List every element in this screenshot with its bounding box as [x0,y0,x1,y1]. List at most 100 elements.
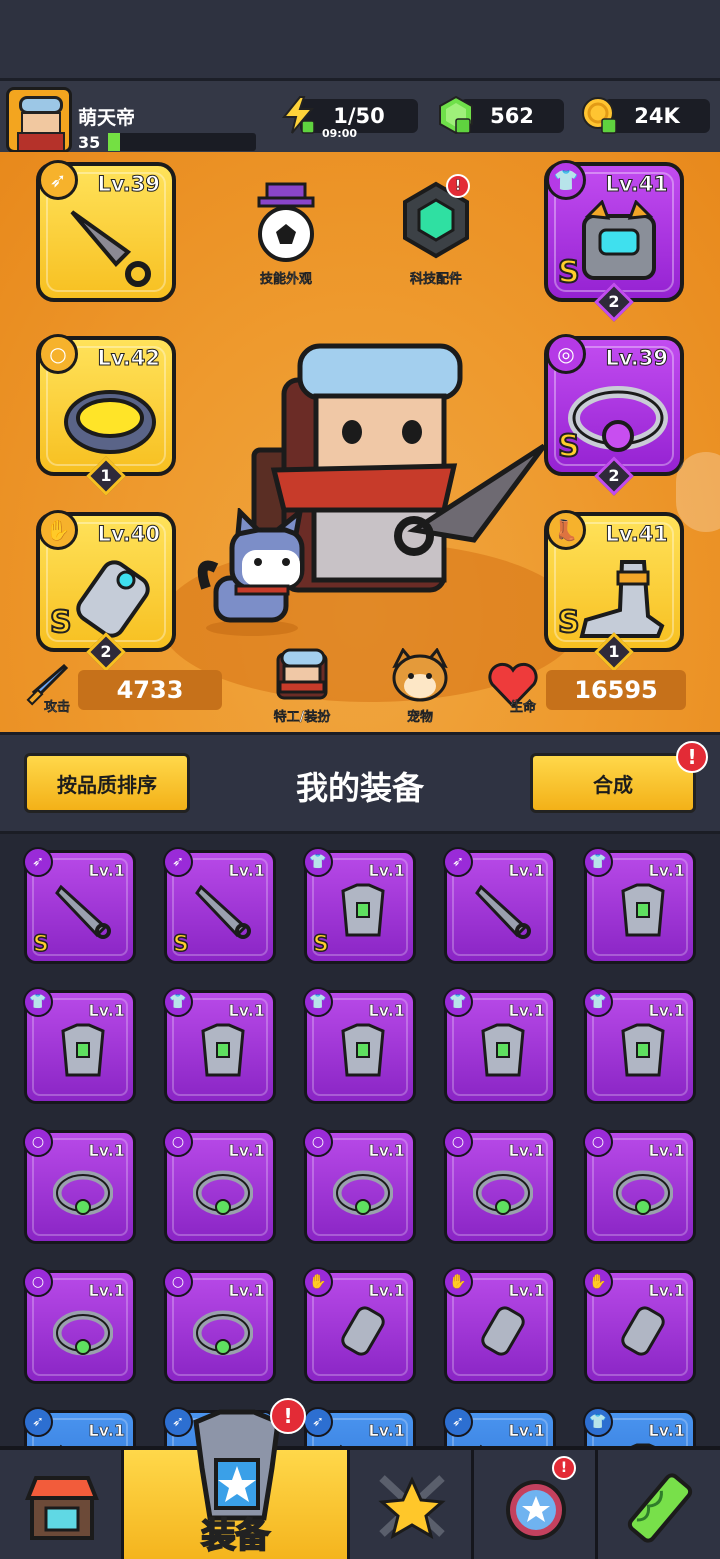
equip-slot-armor[interactable]: 👕 Lv.41 S 2 [544,160,684,322]
ring-icon [53,1170,113,1216]
equip-slot-boots[interactable]: 👢 Lv.41 S 1 [544,510,684,672]
inventory-item[interactable]: ○ Lv.1 [443,1127,556,1244]
inventory-item[interactable]: 👕 Lv.1 [583,987,696,1104]
inventory-item[interactable]: ➶ Lv.1 [23,1407,136,1446]
attack-label: 攻击 [44,700,71,715]
equip-slot-ring[interactable]: ○ Lv.42 1 [36,334,176,496]
pet-label: 宠物 [406,710,433,725]
nav-equipment-alert-badge: ! [270,1398,306,1434]
energy-timer: 09:00 [322,127,358,140]
pet-button[interactable]: 宠物 [380,647,460,725]
inventory-item[interactable]: 👕 Lv.1 [583,1407,696,1446]
inventory-item[interactable]: ✋ Lv.1 [583,1267,696,1384]
item-rank: S [312,931,329,958]
inventory-item[interactable]: ○ Lv.1 [163,1127,276,1244]
ring-icon [193,1310,253,1356]
sword-icon [195,884,251,939]
ring-type-icon: ○ [38,334,78,374]
item-level: Lv.1 [88,1141,125,1161]
inventory-item[interactable]: ○ Lv.1 [23,1127,136,1244]
equip-slot-weapon[interactable]: ➶ Lv.39 [36,160,176,302]
gem-value: 562 [490,104,534,128]
glove-icon [341,1306,385,1356]
inventory-item[interactable]: ○ Lv.1 [163,1267,276,1384]
armor-type-icon: 👕 [23,987,53,1017]
inventory-item[interactable]: ➶ Lv.1 [443,847,556,964]
sword-icon [55,884,111,939]
armor-type-icon: 👕 [583,847,613,877]
nav-talent[interactable]: ! [474,1450,598,1559]
armor-type-icon: 👕 [583,1407,613,1437]
armor-type-icon: 👕 [546,160,586,200]
player-name: 萌天帝 [78,107,136,129]
inventory-item[interactable]: ○ Lv.1 [583,1127,696,1244]
nav-research[interactable] [598,1450,720,1559]
hp-label: 生命 [510,700,537,715]
inventory-item[interactable]: 👕 Lv.1 [303,987,416,1104]
inventory-item[interactable]: 👕 Lv.1 [443,987,556,1104]
ring-icon [473,1170,533,1216]
item-level: Lv.1 [368,1421,405,1441]
item-level: Lv.1 [508,1001,545,1021]
item-level: Lv.1 [368,1141,405,1161]
inventory-item[interactable]: ➶ Lv.1 [443,1407,556,1446]
glove-type-icon: ✋ [303,1267,333,1297]
inventory-item[interactable]: 👕 Lv.1 S [303,847,416,964]
inventory-grid: ➶ Lv.1 S ➶ Lv.1 S 👕 Lv.1 S ➶ Lv.1 👕 Lv.1 👕 Lv.1 👕 Lv.1 👕 L… [0,834,720,1446]
merge-button[interactable]: 合成 [530,753,696,813]
pet-cat[interactable] [196,508,316,638]
tech-parts-button[interactable]: 科技配件 ! [394,174,478,287]
item-level: Lv.1 [228,1141,265,1161]
equipment-panel-header: 按品质排序 我的装备 合成 ! [0,732,720,834]
sword-type-icon: ➶ [443,1407,473,1437]
equip-slot-necklace[interactable]: ◎ Lv.39 S 2 [544,334,684,496]
item-level: Lv.1 [88,1281,125,1301]
tech-parts-label: 科技配件 [409,272,462,287]
sword-type-icon: ➶ [443,847,473,877]
ring-icon [333,1170,393,1216]
floating-assistive-button[interactable] [676,452,720,532]
player-avatar[interactable] [6,87,72,153]
inventory-item[interactable]: ○ Lv.1 [23,1267,136,1384]
armor-icon [201,1023,245,1077]
equip-slot-glove[interactable]: ✋ Lv.40 S 2 [36,510,176,672]
inventory-item[interactable]: ➶ Lv.1 S [163,847,276,964]
item-level: Lv.1 [368,861,405,881]
skill-skin-button[interactable]: 技能外观 [244,180,328,287]
status-bar [0,0,720,78]
nav-talent-alert-badge: ! [552,1456,576,1480]
tech-parts-alert-badge: ! [446,174,470,198]
inventory-item[interactable]: 👕 Lv.1 [163,987,276,1104]
sword-type-icon: ➶ [23,1407,53,1437]
nav-shop[interactable] [0,1450,124,1559]
hp-value: 16595 [546,670,686,710]
armor-icon [341,883,385,937]
inventory-item[interactable]: ➶ Lv.1 [303,1407,416,1446]
bottom-navigation: 装备 ! ! [0,1398,720,1559]
boots-type-icon: 👢 [546,510,586,550]
inventory-item[interactable]: ➶ Lv.1 S [23,847,136,964]
inventory-item[interactable]: ○ Lv.1 [303,1127,416,1244]
inventory-item[interactable]: ✋ Lv.1 [303,1267,416,1384]
inventory-item[interactable]: ✋ Lv.1 [443,1267,556,1384]
nav-equipment[interactable]: 装备 ! [124,1398,350,1559]
item-level: Lv.1 [368,1281,405,1301]
coin-icon [582,97,617,134]
inventory-item[interactable]: 👕 Lv.1 [583,847,696,964]
ring-type-icon: ○ [163,1267,193,1297]
exp-bar [108,133,256,151]
nav-battle[interactable] [350,1450,474,1559]
shop-icon [25,1476,99,1540]
merge-alert-badge: ! [676,741,708,773]
sort-by-quality-button[interactable]: 按品质排序 [24,753,190,813]
ring-icon [613,1170,673,1216]
glove-icon [481,1306,525,1356]
gem-icon [439,95,473,135]
inventory-item[interactable]: 👕 Lv.1 [23,987,136,1104]
agent-outfit-button[interactable]: 特工/装扮 [252,648,352,725]
armor-type-icon: 👕 [163,987,193,1017]
ring-icon [193,1170,253,1216]
item-level: Lv.1 [88,861,125,881]
armor-icon [481,1023,525,1077]
weapon-type-icon: ➶ [38,160,78,200]
